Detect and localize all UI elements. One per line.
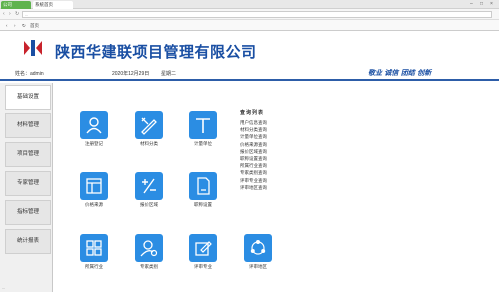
query-list: 查询列表 用户信息查询 材料分类查询 计量单位查询 价格来源查询 报价区域查询 …	[240, 109, 320, 191]
grid-item-label: 所属行业	[85, 264, 103, 269]
sidebar-item-basic-settings[interactable]: 基础设置	[5, 85, 51, 110]
grid-item-review-major[interactable]: 评审专业	[178, 234, 228, 280]
grid-item-material-category[interactable]: 材料分类	[124, 111, 174, 157]
company-slogan: 敬业 诚信 团结 创新	[368, 68, 432, 77]
browser-tab-home[interactable]: 系统首页	[33, 1, 73, 9]
query-link-unit[interactable]: 计量单位查询	[240, 133, 320, 140]
address-bar: ‹ › ↻ ...	[0, 9, 499, 20]
layout-icon	[80, 172, 108, 200]
grid-item-label: 报价区域	[140, 202, 158, 207]
user-icon	[80, 111, 108, 139]
grid-item-price-source[interactable]: 价格来源	[69, 172, 119, 218]
minimize-icon[interactable]: –	[470, 1, 473, 7]
grid-item-expert-category[interactable]: 专家类别	[124, 234, 174, 280]
company-logo	[24, 40, 42, 56]
browser-tab-bar: 公司 系统首页 – □ ×	[0, 0, 499, 9]
query-link-industry[interactable]: 所属行业查询	[240, 162, 320, 169]
sidebar-item-indicators[interactable]: 指标管理	[5, 200, 51, 225]
bookmark-home[interactable]: 首页	[30, 22, 39, 29]
company-name: 陕西华建联项目管理有限公司	[55, 44, 257, 61]
query-link-quote-region[interactable]: 报价区域查询	[240, 148, 320, 155]
grid-item-title-settings[interactable]: 职称设置	[178, 172, 228, 218]
grid-item-register[interactable]: 注册登记	[69, 111, 119, 157]
url-input[interactable]: ...	[22, 11, 492, 18]
grid-item-label: 注册登记	[85, 141, 103, 146]
sidebar-item-projects[interactable]: 项目管理	[5, 142, 51, 167]
query-link-title-settings[interactable]: 职称设置查询	[240, 155, 320, 162]
user-settings-icon	[135, 234, 163, 262]
query-link-material-category[interactable]: 材料分类查询	[240, 126, 320, 133]
grid-item-label: 计量单位	[194, 141, 212, 146]
forward-icon[interactable]: ›	[9, 11, 11, 18]
user-name: 姓名：admin	[15, 71, 44, 77]
text-t-icon	[189, 111, 217, 139]
document-icon	[189, 172, 217, 200]
query-list-title: 查询列表	[240, 110, 265, 116]
bookmark-forward-icon[interactable]: ›	[14, 22, 16, 29]
bookmarks-bar: ‹ › ↻ 首页	[0, 20, 499, 31]
tab-label: 公司	[3, 2, 12, 7]
current-date: 2020年12月29日	[112, 71, 150, 77]
refresh-icon[interactable]: ↻	[15, 11, 19, 18]
info-bar: 姓名：admin 2020年12月29日 星期二 敬业 诚信 团结 创新	[0, 67, 499, 81]
bookmark-back-icon[interactable]: ‹	[6, 22, 8, 29]
grid-item-industry[interactable]: 所属行业	[69, 234, 119, 280]
query-link-expert-category[interactable]: 专家类别查询	[240, 169, 320, 176]
plus-minus-icon	[135, 172, 163, 200]
maximize-icon[interactable]: □	[480, 1, 483, 7]
page-header: 陕西华建联项目管理有限公司	[0, 31, 499, 67]
query-link-users[interactable]: 用户信息查询	[240, 119, 320, 126]
grid-icon	[80, 234, 108, 262]
edit-icon	[189, 234, 217, 262]
grid-item-review-region[interactable]: 评审地区	[233, 234, 283, 280]
grid-item-label: 价格来源	[85, 202, 103, 207]
pen-ruler-icon	[135, 111, 163, 139]
back-icon[interactable]: ‹	[3, 11, 5, 18]
tab-label: 系统首页	[35, 2, 53, 7]
close-icon[interactable]: ×	[490, 1, 493, 7]
bookmark-refresh-icon[interactable]: ↻	[22, 22, 26, 29]
grid-item-label: 职称设置	[194, 202, 212, 207]
browser-tab-company[interactable]: 公司	[1, 1, 31, 9]
sidebar: 基础设置 材料管理 项目管理 专家管理 指标管理 统计报表 ...	[0, 83, 53, 292]
grid-item-label: 专家类别	[140, 264, 158, 269]
sidebar-item-experts[interactable]: 专家管理	[5, 171, 51, 196]
grid-item-label: 评审专业	[194, 264, 212, 269]
sidebar-item-reports[interactable]: 统计报表	[5, 229, 51, 254]
current-weekday: 星期二	[161, 71, 177, 77]
query-link-review-region[interactable]: 评审地区查询	[240, 184, 320, 191]
grid-item-quote-region[interactable]: 报价区域	[124, 172, 174, 218]
grid-item-unit[interactable]: 计量单位	[178, 111, 228, 157]
sidebar-footer: ...	[2, 286, 5, 290]
main-content: 注册登记 材料分类 计量单位 价格来源 报价区域 职称设置 所属行业 专家类别 …	[54, 83, 499, 292]
grid-item-label: 材料分类	[140, 141, 158, 146]
share-icon	[244, 234, 272, 262]
query-link-review-major[interactable]: 评审专业查询	[240, 177, 320, 184]
grid-item-label: 评审地区	[249, 264, 267, 269]
query-link-price-source[interactable]: 价格来源查询	[240, 141, 320, 148]
sidebar-item-materials[interactable]: 材料管理	[5, 113, 51, 138]
